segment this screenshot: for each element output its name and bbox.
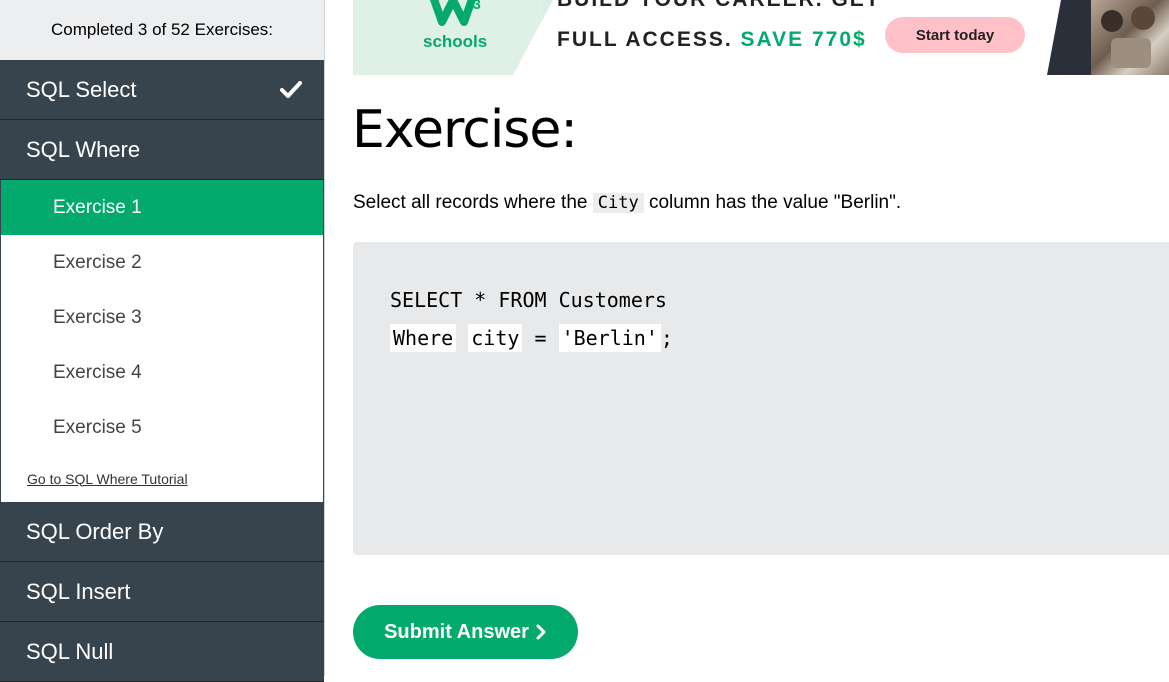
exercise-item-2[interactable]: Exercise 2	[1, 235, 323, 290]
banner-headline-2: FULL ACCESS. SAVE 770$	[557, 28, 867, 52]
submit-label: Submit Answer	[384, 621, 529, 644]
instruction-text-after: column has the value "Berlin".	[644, 192, 901, 213]
answer-field-3[interactable]: 'Berlin'	[559, 324, 661, 352]
logo-text: schools	[423, 32, 487, 52]
category-label: SQL Order By	[26, 519, 163, 545]
exercise-instruction: Select all records where the City column…	[353, 192, 901, 214]
category-label: SQL Insert	[26, 579, 130, 605]
exercise-item-1[interactable]: Exercise 1	[1, 180, 323, 235]
logo-superscript: 3	[473, 0, 481, 12]
exercise-item-5[interactable]: Exercise 5	[1, 400, 323, 455]
w3schools-logo-icon	[428, 0, 478, 26]
exercise-list: Exercise 1 Exercise 2 Exercise 3 Exercis…	[0, 180, 324, 502]
checkmark-icon	[280, 81, 302, 99]
promo-banner[interactable]: 3 schools BUILD YOUR CAREER. GET FULL AC…	[353, 0, 1169, 75]
terminator-text: ;	[661, 326, 673, 350]
instruction-code: City	[593, 193, 644, 213]
instruction-text-before: Select all records where the	[353, 192, 593, 213]
banner-photo	[1091, 0, 1169, 75]
category-sql-insert[interactable]: SQL Insert	[0, 562, 324, 622]
category-sql-select[interactable]: SQL Select	[0, 60, 324, 120]
operator-text: =	[522, 326, 558, 350]
category-label: SQL Where	[26, 137, 140, 163]
category-sql-where[interactable]: SQL Where	[0, 120, 324, 180]
code-line-2: Where city = 'Berlin';	[390, 324, 673, 352]
code-line-1: SELECT * FROM Customers	[390, 288, 667, 312]
category-label: SQL Null	[26, 639, 113, 665]
headline-prefix: FULL ACCESS.	[557, 28, 741, 51]
category-label: SQL Select	[26, 77, 136, 103]
tutorial-link[interactable]: Go to SQL Where Tutorial	[1, 455, 323, 502]
category-sql-null[interactable]: SQL Null	[0, 622, 324, 682]
page-title: Exercise:	[352, 100, 577, 160]
submit-answer-button[interactable]: Submit Answer	[353, 605, 578, 659]
exercise-sidebar: Completed 3 of 52 Exercises: SQL Select …	[0, 0, 325, 676]
exercise-item-3[interactable]: Exercise 3	[1, 290, 323, 345]
chevron-right-icon	[535, 624, 547, 640]
progress-text: Completed 3 of 52 Exercises:	[0, 0, 324, 60]
banner-headline-1: BUILD YOUR CAREER. GET	[557, 0, 881, 12]
category-sql-order-by[interactable]: SQL Order By	[0, 502, 324, 562]
headline-save: SAVE 770$	[741, 28, 867, 51]
main-content: 3 schools BUILD YOUR CAREER. GET FULL AC…	[325, 0, 1169, 676]
start-today-button[interactable]: Start today	[885, 17, 1025, 53]
answer-field-1[interactable]: Where	[390, 324, 456, 352]
exercise-item-4[interactable]: Exercise 4	[1, 345, 323, 400]
answer-field-2[interactable]: city	[468, 324, 522, 352]
code-editor: SELECT * FROM Customers Where city = 'Be…	[353, 242, 1169, 555]
